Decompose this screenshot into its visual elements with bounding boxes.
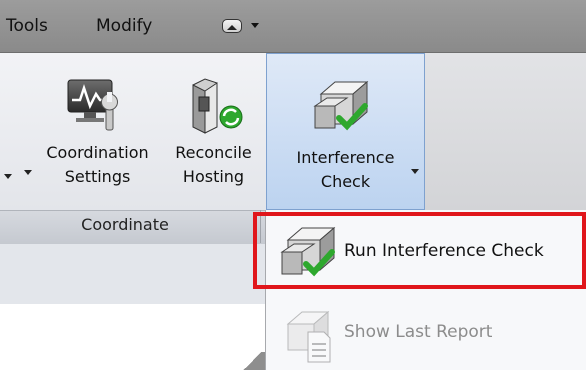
menu-bar: Tools Modify [0, 0, 586, 53]
reconcile-hosting-button[interactable]: Reconcile Hosting [165, 53, 262, 210]
chevron-down-icon[interactable] [251, 23, 259, 28]
interference-check-icon [311, 72, 375, 136]
canvas-area [0, 304, 270, 370]
ribbon-empty-area [425, 53, 586, 210]
coordination-settings-label-1: Coordination [46, 143, 149, 162]
chevron-down-icon[interactable] [411, 169, 419, 174]
coordination-settings-label-2: Settings [64, 167, 131, 186]
report-icon [278, 302, 342, 366]
interference-check-label-2: Check [320, 172, 371, 191]
interference-check-button[interactable]: Interference Check [266, 53, 425, 210]
reconcile-hosting-label-2: Hosting [182, 167, 245, 186]
panel-title: Coordinate [81, 215, 169, 234]
quick-access-icon[interactable] [222, 19, 242, 33]
interference-check-label-1: Interference [296, 148, 395, 167]
highlight-box [253, 212, 586, 289]
reconcile-hosting-label-1: Reconcile [175, 143, 252, 162]
coordination-settings-button[interactable]: Coordination Settings [30, 53, 165, 210]
show-last-report-label: Show Last Report [344, 322, 493, 342]
menu-tab-tools[interactable]: Tools [6, 0, 48, 52]
chevron-down-icon[interactable] [4, 174, 12, 179]
chevron-down-icon[interactable] [24, 170, 32, 175]
menu-item-show-last-report[interactable]: Show Last Report [266, 298, 586, 368]
dropdown-shadow [240, 352, 265, 370]
menu-tab-modify[interactable]: Modify [96, 0, 152, 52]
reconcile-hosting-icon [187, 75, 247, 135]
monitor-wrench-icon [66, 76, 126, 136]
